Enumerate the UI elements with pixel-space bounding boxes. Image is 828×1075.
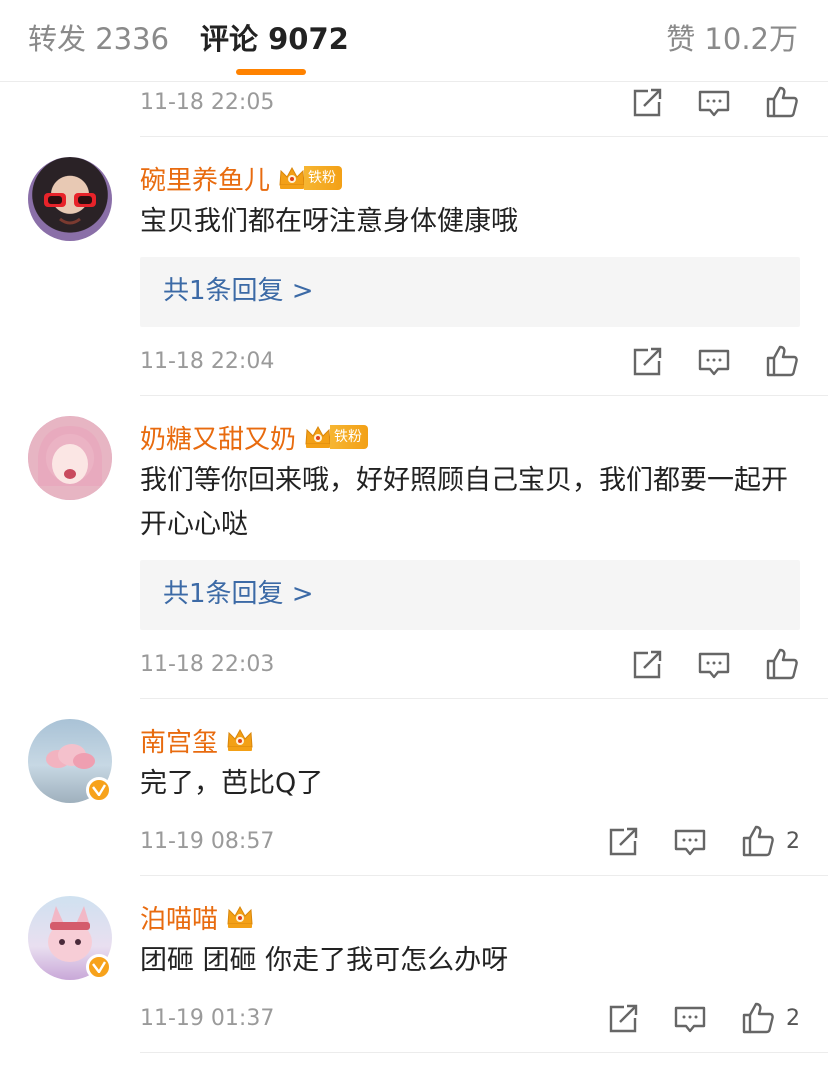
avatar[interactable]	[28, 157, 112, 241]
share-icon[interactable]	[606, 1002, 640, 1036]
divider	[140, 1052, 828, 1053]
username[interactable]: 泊喵喵	[140, 899, 218, 936]
comment-icon[interactable]	[697, 86, 731, 120]
fan-badge: 铁粉	[330, 425, 369, 449]
username[interactable]: 南宫玺	[140, 722, 218, 759]
comment-time: 11-19 01:37	[140, 1006, 275, 1031]
comment-text: 完了，芭比Q了	[140, 768, 324, 799]
comment-icon[interactable]	[697, 345, 731, 379]
share-icon[interactable]	[630, 86, 664, 120]
like-count: 2	[786, 1006, 800, 1031]
avatar[interactable]	[28, 416, 112, 500]
like-icon[interactable]	[765, 85, 799, 119]
like-count: 2	[786, 829, 800, 854]
sunglasses-figure	[44, 193, 96, 225]
like-icon[interactable]	[741, 824, 775, 858]
comment-time: 11-18 22:05	[140, 90, 275, 115]
replies-link[interactable]: 共1条回复 >	[140, 560, 800, 630]
comment-icon[interactable]	[673, 825, 707, 859]
comment-text: 宝贝我们都在呀注意身体健康哦	[140, 206, 518, 237]
tab-likes[interactable]: 赞 10.2万	[666, 20, 798, 58]
crown-icon	[226, 904, 254, 930]
crown-icon	[278, 165, 306, 191]
comment-time: 11-19 08:57	[140, 829, 275, 854]
username-row: 南宫玺	[140, 722, 254, 758]
comment-text: 团砸 团砸 你走了我可怎么办呀	[140, 945, 509, 976]
divider	[140, 136, 828, 137]
like-icon[interactable]	[765, 647, 799, 681]
divider	[140, 875, 828, 876]
share-icon[interactable]	[630, 648, 664, 682]
username[interactable]: 碗里养鱼儿	[140, 160, 270, 197]
divider	[140, 698, 828, 699]
username-row: 碗里养鱼儿 铁粉	[140, 160, 343, 197]
anime-girl-figure	[38, 426, 102, 486]
username-row: 奶糖又甜又奶 铁粉	[140, 419, 369, 456]
replies-link[interactable]: 共1条回复 >	[140, 257, 800, 327]
username[interactable]: 奶糖又甜又奶	[140, 419, 296, 456]
comment-time: 11-18 22:04	[140, 349, 275, 374]
crown-icon	[226, 727, 254, 753]
like-icon[interactable]	[765, 344, 799, 378]
share-icon[interactable]	[630, 345, 664, 379]
share-icon[interactable]	[606, 825, 640, 859]
verified-badge-icon	[86, 954, 112, 980]
comment-icon[interactable]	[697, 648, 731, 682]
verified-badge-icon	[86, 777, 112, 803]
divider	[140, 395, 828, 396]
comment-time: 11-18 22:03	[140, 652, 275, 677]
username-row: 泊喵喵	[140, 899, 254, 935]
crown-icon	[304, 424, 332, 450]
tab-comments[interactable]: 评论 9072	[200, 20, 349, 58]
fan-badge: 铁粉	[304, 166, 343, 190]
comment-icon[interactable]	[673, 1002, 707, 1036]
like-icon[interactable]	[741, 1001, 775, 1035]
active-tab-indicator	[236, 69, 306, 75]
tab-repost[interactable]: 转发 2336	[28, 20, 169, 58]
replies-label: 共1条回复 >	[163, 579, 314, 609]
replies-label: 共1条回复 >	[163, 276, 314, 306]
comment-tabs: 转发 2336 评论 9072 赞 10.2万	[0, 0, 828, 82]
comment-text: 我们等你回来哦，好好照顾自己宝贝，我们都要一起开开心心哒	[140, 465, 788, 540]
